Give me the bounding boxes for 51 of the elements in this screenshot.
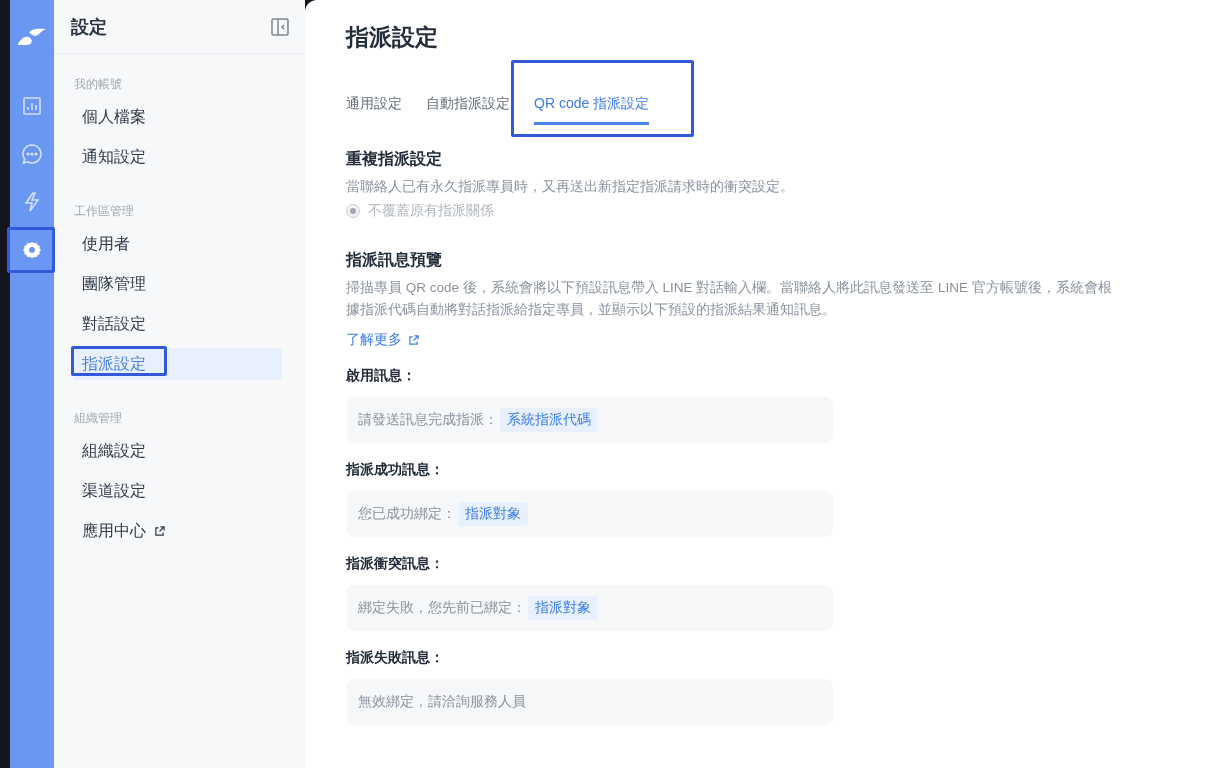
nav-item-label: 對話設定 — [82, 313, 146, 334]
tab[interactable]: 通用設定 — [346, 89, 402, 125]
learn-more-link[interactable]: 了解更多 — [346, 331, 419, 349]
section-heading: 指派訊息預覽 — [346, 250, 443, 270]
nav-item[interactable]: 通知設定 — [73, 141, 282, 173]
variable-tag: 指派對象 — [528, 596, 598, 620]
nav-item[interactable]: 應用中心 — [73, 515, 282, 547]
nav-item[interactable]: 指派設定 — [73, 348, 282, 380]
nav-item-label: 個人檔案 — [82, 106, 146, 127]
section-label: 組織管理 — [73, 410, 123, 427]
message-label: 指派成功訊息： — [346, 461, 445, 479]
section-label: 我的帳號 — [73, 76, 123, 93]
message-text: 您已成功綁定： — [358, 505, 456, 523]
section-description: 當聯絡人已有永久指派專員時，又再送出新指定指派請求時的衝突設定。 — [346, 178, 795, 196]
chart-icon[interactable] — [22, 96, 42, 116]
gear-icon[interactable] — [21, 239, 43, 261]
message-text: 綁定失敗，您先前已綁定： — [358, 599, 526, 617]
section-label: 工作區管理 — [73, 203, 135, 220]
external-link-icon — [154, 525, 165, 537]
variable-tag: 指派對象 — [458, 502, 528, 526]
message-label: 指派衝突訊息： — [346, 555, 445, 573]
nav-item-label: 應用中心 — [82, 520, 146, 541]
variable-tag: 系統指派代碼 — [500, 408, 598, 432]
nav-item-label: 團隊管理 — [82, 273, 146, 294]
bolt-icon[interactable] — [23, 192, 41, 212]
nav-item-label: 使用者 — [82, 233, 130, 254]
tab[interactable]: 自動指派設定 — [426, 89, 510, 125]
external-link-icon — [408, 334, 419, 346]
nav-item-label: 通知設定 — [82, 146, 146, 167]
nav-item[interactable]: 個人檔案 — [73, 101, 282, 133]
section-heading: 重複指派設定 — [346, 149, 443, 169]
nav-item[interactable]: 團隊管理 — [73, 268, 282, 300]
nav-item-label: 渠道設定 — [82, 480, 146, 501]
tab[interactable]: QR code 指派設定 — [534, 89, 650, 125]
section-description: 掃描專員 QR code 後，系統會將以下預設訊息帶入 LINE 對話輸入欄。當聯絡人將此訊息發送至 LINE 官方帳號後，系統會根據指派代碼自動將對話指派給指定專員，並顯示以下預設的指派結果通知訊息。 — [346, 279, 1113, 319]
nav-item[interactable]: 使用者 — [73, 228, 282, 260]
message-label: 啟用訊息： — [346, 367, 417, 385]
nav-item[interactable]: 對話設定 — [73, 308, 282, 340]
nav-item-label: 組織設定 — [82, 440, 146, 461]
nav-item-label: 指派設定 — [82, 353, 146, 374]
chat-icon[interactable] — [21, 143, 43, 165]
nav-item[interactable]: 渠道設定 — [73, 475, 282, 507]
message-label: 指派失敗訊息： — [346, 649, 445, 667]
nav-item[interactable]: 組織設定 — [73, 435, 282, 467]
logo-icon — [17, 28, 47, 46]
sidebar-title: 設定 — [71, 15, 107, 39]
page-title: 指派設定 — [346, 23, 439, 52]
radio-label: 不覆蓋原有指派關係 — [368, 202, 494, 220]
collapse-sidebar-icon[interactable] — [271, 17, 289, 36]
message-text: 無效綁定，請洽詢服務人員 — [358, 693, 526, 711]
message-text: 請發送訊息完成指派： — [358, 411, 498, 429]
